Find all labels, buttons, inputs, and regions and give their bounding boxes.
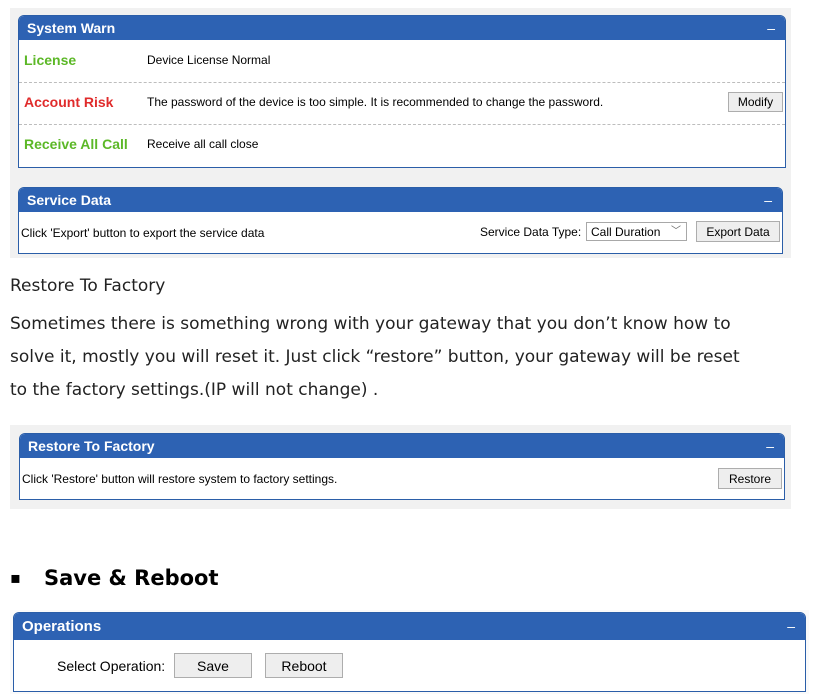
section-bullet: ▪ xyxy=(10,568,21,587)
restore-heading: Restore To Factory xyxy=(10,276,166,296)
warn-row-account-risk: Account Risk The password of the device … xyxy=(19,82,785,125)
license-label: License xyxy=(24,52,77,68)
restore-factory-header: Restore To Factory – xyxy=(20,434,784,458)
receive-all-call-label: Receive All Call xyxy=(24,136,128,152)
system-warn-title: System Warn xyxy=(27,20,116,36)
restore-factory-panel: Restore To Factory – Click 'Restore' but… xyxy=(19,433,785,500)
paragraph-line-3: to the factory settings.(IP will not cha… xyxy=(10,380,379,400)
restore-button[interactable]: Restore xyxy=(718,468,782,489)
license-status: Device License Normal xyxy=(147,53,271,67)
account-risk-message: The password of the device is too simple… xyxy=(147,95,604,109)
restore-factory-description: Click 'Restore' button will restore syst… xyxy=(22,472,338,486)
service-data-header: Service Data – xyxy=(19,188,782,212)
save-button[interactable]: Save xyxy=(174,653,252,678)
operations-header: Operations – xyxy=(14,613,805,640)
receive-all-call-status: Receive all call close xyxy=(147,137,259,151)
select-operation-label: Select Operation: xyxy=(57,658,166,674)
chevron-down-icon: ﹀ xyxy=(671,226,681,237)
modify-button[interactable]: Modify xyxy=(728,92,783,112)
account-risk-label: Account Risk xyxy=(24,94,114,110)
paragraph-line-1: Sometimes there is something wrong with … xyxy=(10,314,731,334)
paragraph-line-2: solve it, mostly you will reset it. Just… xyxy=(10,347,740,367)
system-warn-header: System Warn – xyxy=(19,16,785,40)
warn-row-receive-all-call: Receive All Call Receive all call close xyxy=(19,124,785,166)
operations-panel: Operations – Select Operation: Save Rebo… xyxy=(13,612,806,692)
collapse-icon[interactable]: – xyxy=(767,16,775,40)
service-data-panel: Service Data – Click 'Export' button to … xyxy=(18,187,783,254)
service-data-title: Service Data xyxy=(27,192,112,208)
collapse-icon[interactable]: – xyxy=(766,434,774,458)
service-data-type-label: Service Data Type: xyxy=(480,225,582,239)
system-warn-panel: System Warn – License Device License Nor… xyxy=(18,15,786,168)
service-data-description: Click 'Export' button to export the serv… xyxy=(21,226,265,240)
warn-row-license: License Device License Normal xyxy=(19,40,785,83)
restore-factory-title: Restore To Factory xyxy=(28,438,155,454)
collapse-icon[interactable]: – xyxy=(764,188,772,212)
service-data-type-value: Call Duration xyxy=(591,225,661,239)
collapse-icon[interactable]: – xyxy=(787,613,795,640)
service-data-type-select[interactable]: Call Duration ﹀ xyxy=(586,222,687,241)
reboot-button[interactable]: Reboot xyxy=(265,653,343,678)
section-title: Save & Reboot xyxy=(44,566,219,590)
export-data-button[interactable]: Export Data xyxy=(696,221,780,242)
operations-title: Operations xyxy=(22,618,102,635)
